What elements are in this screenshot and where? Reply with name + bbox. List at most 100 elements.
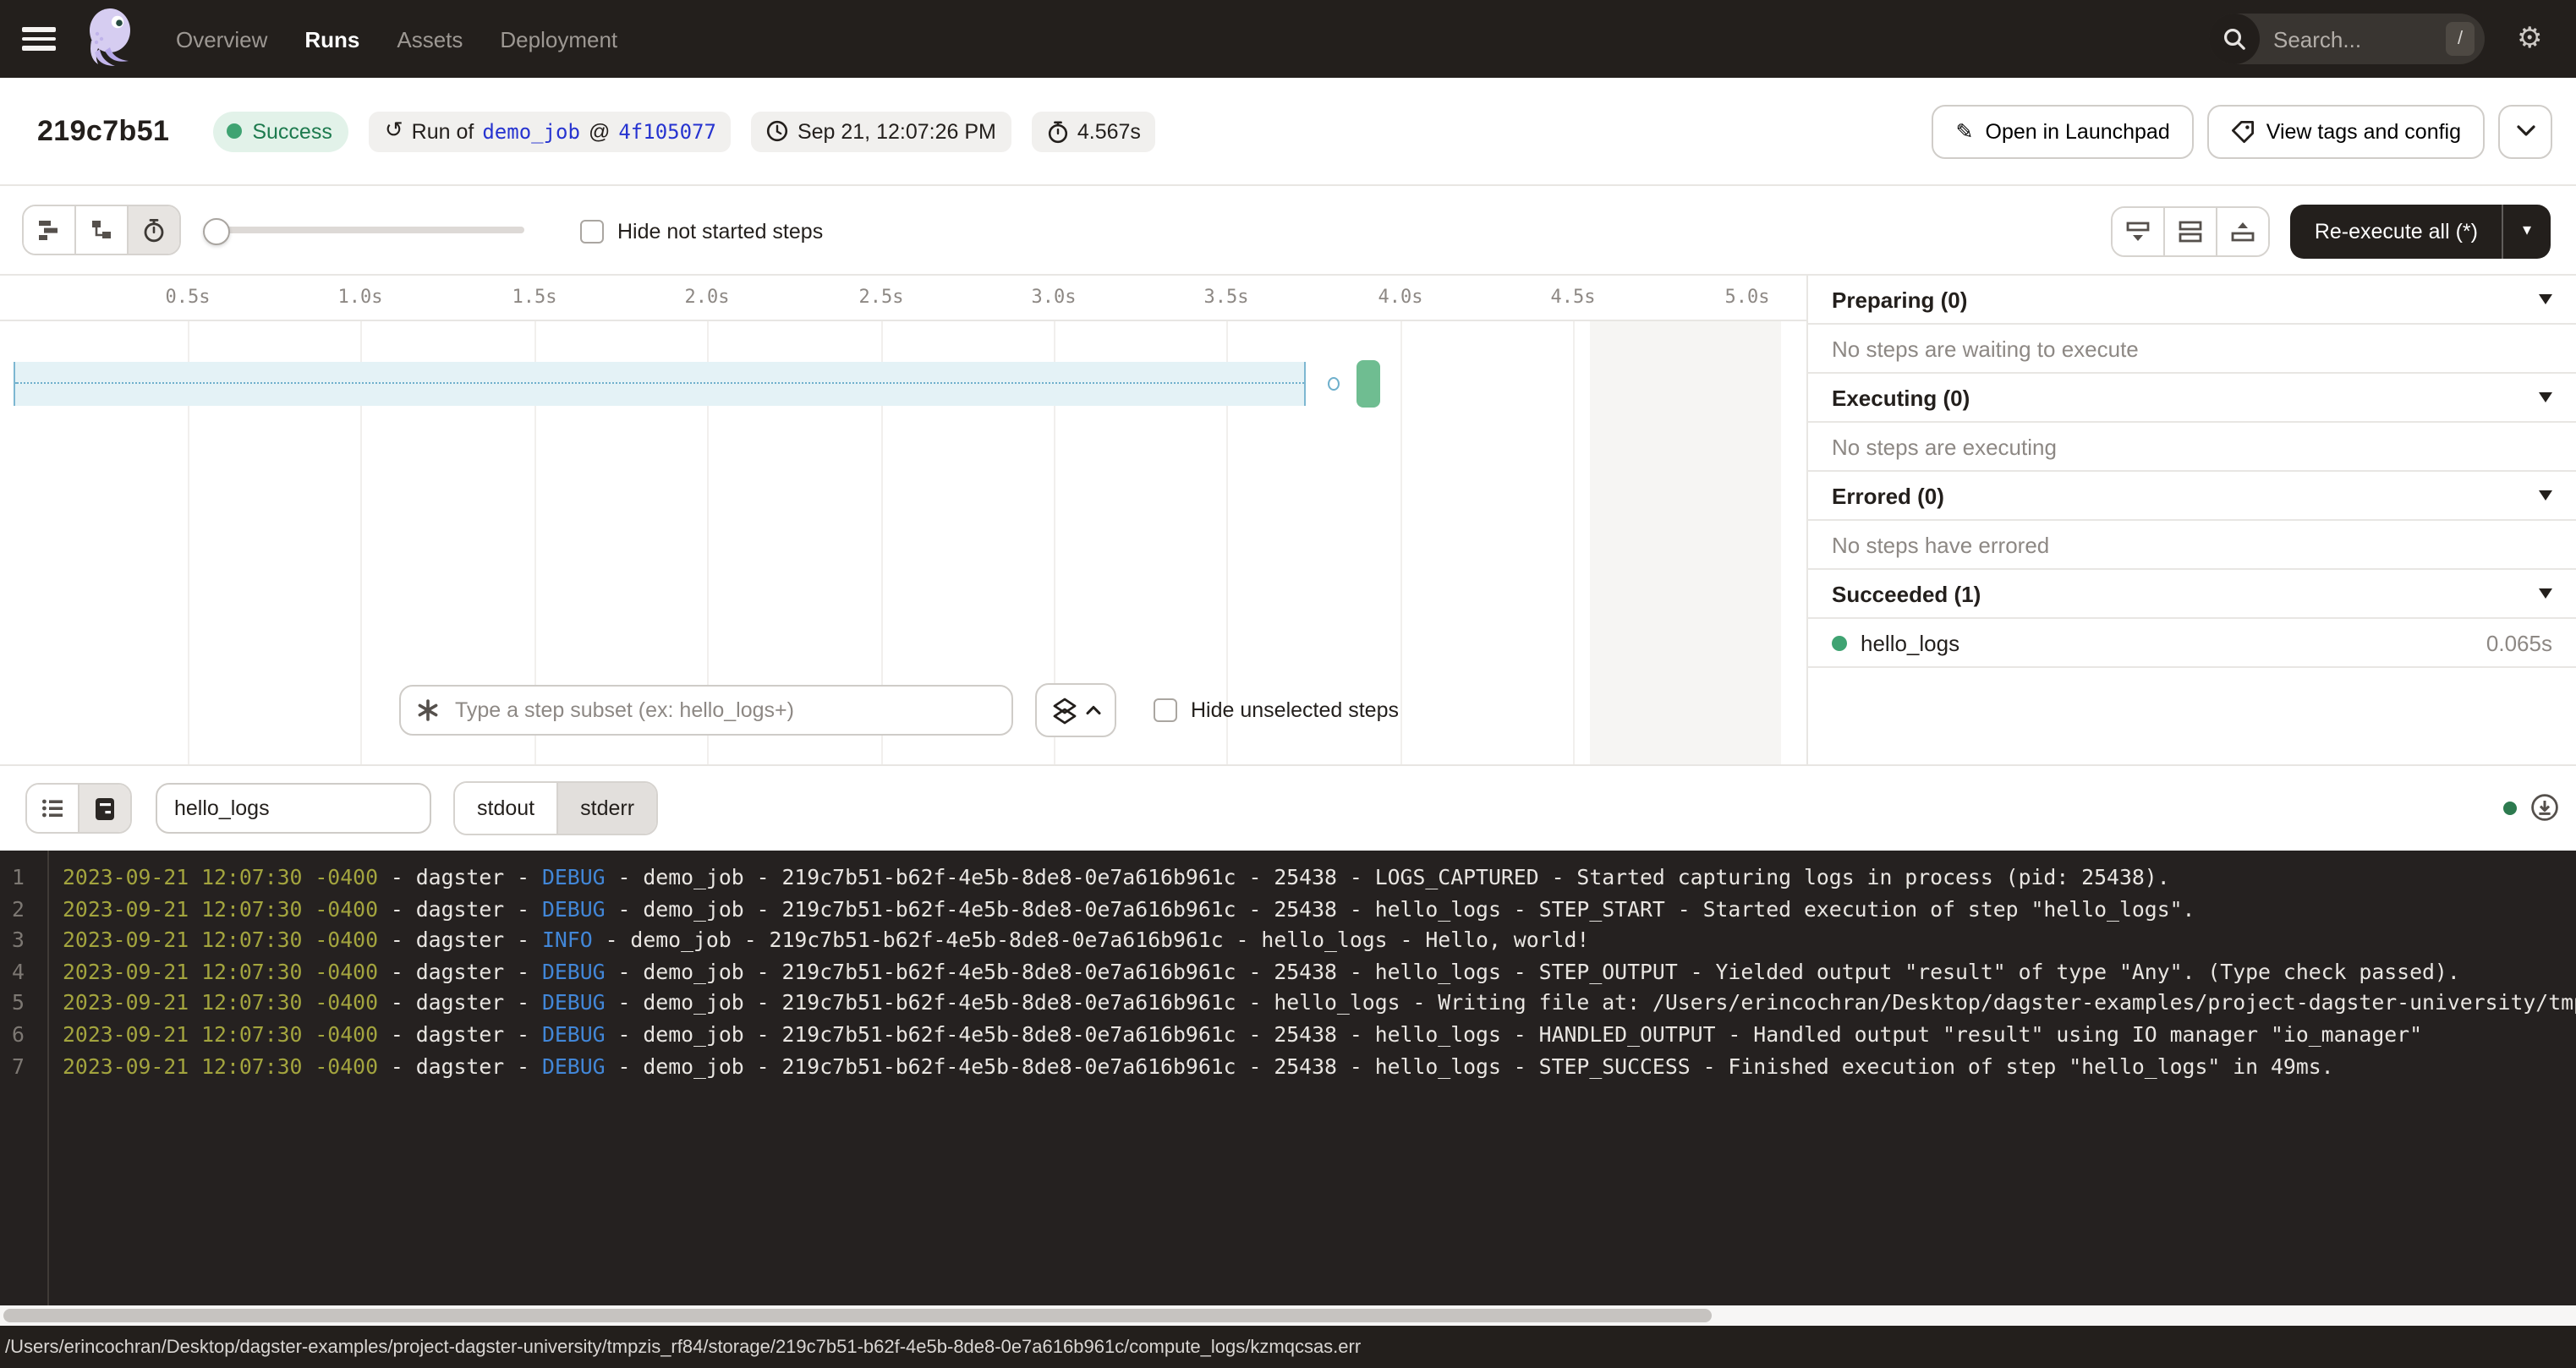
panel-empty-message: No steps are waiting to execute bbox=[1808, 325, 2576, 374]
axis-tick: 1.0s bbox=[338, 286, 383, 308]
tag-icon bbox=[2231, 119, 2255, 143]
log-line: 42023-09-21 12:07:30 -0400 - dagster - D… bbox=[0, 957, 2576, 988]
log-line: 52023-09-21 12:07:30 -0400 - dagster - D… bbox=[0, 988, 2576, 1020]
caret-down-icon bbox=[2539, 490, 2552, 501]
axis-tick: 5.0s bbox=[1725, 286, 1770, 308]
hide-not-started-checkbox[interactable] bbox=[580, 219, 604, 243]
log-line: 12023-09-21 12:07:30 -0400 - dagster - D… bbox=[0, 862, 2576, 894]
log-line: 22023-09-21 12:07:30 -0400 - dagster - D… bbox=[0, 894, 2576, 925]
axis-tick: 1.5s bbox=[512, 286, 557, 308]
run-of-tag: ↺ Run of demo_job @ 4f105077 bbox=[370, 111, 732, 151]
gantt-view-mode-switcher bbox=[22, 205, 181, 255]
step-status-panel: Preparing (0) No steps are waiting to ex… bbox=[1806, 276, 2576, 764]
log-view-switcher bbox=[25, 783, 132, 834]
panel-section-preparing[interactable]: Preparing (0) bbox=[1808, 276, 2576, 325]
structured-log-view-button[interactable] bbox=[27, 785, 78, 832]
tab-stdout[interactable]: stdout bbox=[455, 783, 556, 834]
caret-down-icon bbox=[2539, 294, 2552, 304]
clock-icon bbox=[767, 120, 789, 142]
log-stream-tabs: stdout stderr bbox=[453, 781, 658, 835]
waterfall-view-button[interactable] bbox=[74, 206, 127, 254]
succeeded-step-row[interactable]: hello_logs 0.065s bbox=[1808, 619, 2576, 668]
log-output-pane: 12023-09-21 12:07:30 -0400 - dagster - D… bbox=[0, 851, 2576, 1305]
timestamp-tag: Sep 21, 12:07:26 PM bbox=[752, 111, 1011, 151]
step-start-marker[interactable] bbox=[1328, 377, 1340, 391]
horizontal-scrollbar bbox=[0, 1305, 2576, 1326]
duration-tag: 4.567s bbox=[1032, 111, 1156, 151]
chevron-down-icon bbox=[2516, 125, 2535, 137]
gear-icon[interactable]: ⚙ bbox=[2517, 22, 2543, 56]
nav-link-assets[interactable]: Assets bbox=[397, 26, 463, 52]
timed-view-button[interactable] bbox=[127, 206, 179, 254]
search-box[interactable]: Search... / bbox=[2209, 14, 2485, 64]
axis-tick: 4.5s bbox=[1551, 286, 1596, 308]
zoom-slider-track[interactable] bbox=[206, 227, 524, 233]
status-badge: Success bbox=[213, 111, 349, 151]
search-shortcut-badge: / bbox=[2446, 22, 2475, 56]
split-rows-button[interactable] bbox=[2164, 207, 2217, 254]
flat-view-button[interactable] bbox=[24, 206, 74, 254]
open-in-launchpad-button[interactable]: ✎ Open in Launchpad bbox=[1932, 104, 2194, 158]
axis-tick: 2.5s bbox=[859, 286, 904, 308]
step-subset-input[interactable] bbox=[452, 697, 1011, 724]
step-name: hello_logs bbox=[1861, 630, 1959, 655]
reexecute-all-button[interactable]: Re-execute all (*) ▾ bbox=[2291, 204, 2551, 258]
dagster-logo-icon[interactable] bbox=[81, 7, 142, 71]
row-expand-switcher bbox=[2112, 205, 2271, 256]
hamburger-menu-icon[interactable] bbox=[22, 27, 56, 51]
gantt-time-axis: 0.5s 1.0s 1.5s 2.0s 2.5s 3.0s 3.5s 4.0s … bbox=[0, 276, 1806, 321]
graph-query-layers-button[interactable] bbox=[1035, 683, 1116, 737]
download-log-icon[interactable] bbox=[2530, 793, 2559, 822]
job-link[interactable]: demo_job bbox=[482, 119, 580, 143]
panel-section-executing[interactable]: Executing (0) bbox=[1808, 374, 2576, 423]
panel-section-succeeded[interactable]: Succeeded (1) bbox=[1808, 570, 2576, 619]
search-placeholder: Search... bbox=[2273, 26, 2446, 52]
axis-tick: 3.0s bbox=[1032, 286, 1077, 308]
hide-unselected-control: Hide unselected steps bbox=[1154, 698, 1399, 722]
view-tags-config-button[interactable]: View tags and config bbox=[2207, 104, 2485, 158]
log-lines: 12023-09-21 12:07:30 -0400 - dagster - D… bbox=[0, 851, 2576, 1082]
nav-link-runs[interactable]: Runs bbox=[304, 26, 359, 52]
version-link[interactable]: 4f105077 bbox=[618, 119, 716, 143]
header-buttons: ✎ Open in Launchpad View tags and config bbox=[1932, 104, 2552, 158]
step-success-dot-icon bbox=[1832, 635, 1847, 650]
stopwatch-icon bbox=[1047, 119, 1069, 143]
collapse-rows-button[interactable] bbox=[2113, 207, 2164, 254]
zoom-slider-knob[interactable] bbox=[203, 218, 230, 245]
header-more-actions-button[interactable] bbox=[2498, 104, 2552, 158]
zoom-slider bbox=[206, 223, 524, 237]
log-step-filter-input[interactable] bbox=[156, 783, 431, 834]
reexecute-dropdown-chevron-icon[interactable]: ▾ bbox=[2503, 222, 2551, 240]
log-line: 62023-09-21 12:07:30 -0400 - dagster - D… bbox=[0, 1020, 2576, 1051]
caret-down-icon bbox=[2539, 392, 2552, 402]
log-line: 32023-09-21 12:07:30 -0400 - dagster - I… bbox=[0, 925, 2576, 956]
caret-down-icon bbox=[2539, 588, 2552, 599]
run-header: 219c7b51 Success ↺ Run of demo_job @ 4f1… bbox=[0, 78, 2576, 186]
step-subset-input-wrap bbox=[399, 685, 1013, 736]
panel-section-errored[interactable]: Errored (0) bbox=[1808, 472, 2576, 521]
horizontal-scrollbar-thumb[interactable] bbox=[3, 1309, 1712, 1322]
step-subset-row: Hide unselected steps bbox=[399, 683, 1399, 737]
status-dot-icon bbox=[227, 123, 242, 139]
nav-link-overview[interactable]: Overview bbox=[176, 26, 267, 52]
step-execution-bar[interactable] bbox=[1357, 360, 1380, 408]
pencil-icon: ✎ bbox=[1956, 118, 1974, 144]
expand-rows-button[interactable] bbox=[2217, 207, 2269, 254]
log-file-path-statusbar: /Users/erincochran/Desktop/dagster-examp… bbox=[0, 1326, 2576, 1368]
tab-stderr[interactable]: stderr bbox=[556, 783, 656, 834]
axis-tick: 2.0s bbox=[685, 286, 730, 308]
hide-unselected-label: Hide unselected steps bbox=[1191, 698, 1399, 722]
step-waiting-bar[interactable] bbox=[14, 362, 1306, 406]
hide-not-started-control: Hide not started steps bbox=[580, 186, 823, 276]
log-file-path: /Users/erincochran/Desktop/dagster-examp… bbox=[5, 1337, 1361, 1357]
history-icon: ↺ bbox=[385, 120, 403, 142]
chevron-up-icon bbox=[1085, 705, 1100, 715]
search-icon bbox=[2209, 14, 2260, 64]
panel-empty-message: No steps have errored bbox=[1808, 521, 2576, 570]
nav-link-deployment[interactable]: Deployment bbox=[500, 26, 617, 52]
log-capture-status-dot bbox=[2503, 802, 2517, 815]
raw-log-view-button[interactable] bbox=[78, 785, 130, 832]
layers-icon bbox=[1051, 696, 1077, 725]
nav-links: Overview Runs Assets Deployment bbox=[176, 26, 617, 52]
hide-unselected-checkbox[interactable] bbox=[1154, 698, 1177, 722]
